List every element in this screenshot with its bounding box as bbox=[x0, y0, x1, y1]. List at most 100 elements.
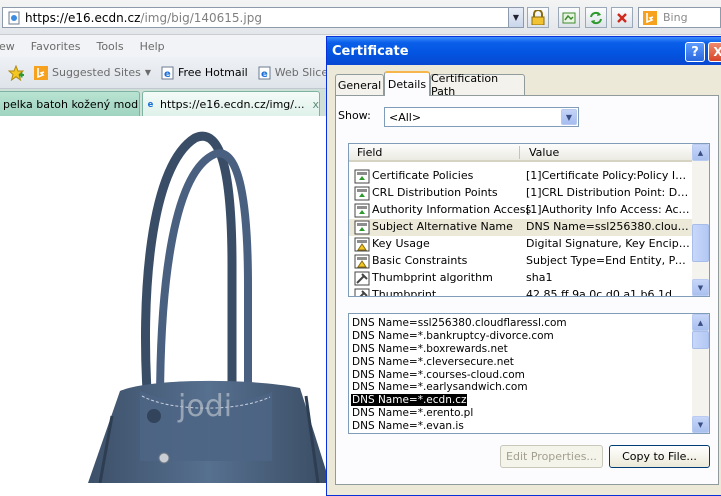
chevron-down-icon[interactable]: ▼ bbox=[561, 109, 577, 125]
field-name: Subject Alternative Name bbox=[372, 220, 513, 233]
value-line: DNS Name=*.courses-cloud.com bbox=[351, 369, 691, 382]
page-content: jodi bbox=[0, 116, 330, 484]
field-rows: Certificate Policies [1]Certificate Poli… bbox=[349, 168, 694, 297]
refresh-button[interactable] bbox=[585, 7, 607, 28]
tab-label: pelka batoh kožený modrý... bbox=[3, 97, 140, 111]
menu-favorites[interactable]: Favorites bbox=[31, 40, 81, 53]
table-row[interactable]: Certificate Policies [1]Certificate Poli… bbox=[349, 168, 694, 185]
svg-text:e: e bbox=[164, 69, 171, 80]
menu-tools[interactable]: Tools bbox=[96, 40, 123, 53]
table-row-selected[interactable]: Subject Alternative Name DNS Name=ssl256… bbox=[349, 219, 694, 236]
fav-hotmail-label: Free Hotmail bbox=[177, 66, 248, 79]
value-detail-box[interactable]: DNS Name=ssl256380.cloudflaressl.com DNS… bbox=[348, 313, 710, 434]
field-value: Subject Type=End Entity, Pat... bbox=[526, 254, 691, 267]
help-button[interactable]: ? bbox=[685, 42, 705, 62]
close-button[interactable]: X bbox=[708, 42, 721, 62]
table-row[interactable]: Thumbprint algorithm sha1 bbox=[349, 270, 694, 287]
scroll-down-icon[interactable]: ▼ bbox=[692, 279, 709, 296]
tab-general[interactable]: General bbox=[335, 74, 384, 95]
favorites-star-icon bbox=[8, 64, 24, 81]
field-value: [1]Certificate Policy:Policy Ide... bbox=[526, 169, 691, 182]
watermark-text: jodi bbox=[177, 389, 232, 424]
favorites-star-button[interactable] bbox=[8, 64, 24, 81]
column-separator[interactable] bbox=[519, 146, 520, 159]
field-name: Authority Information Access bbox=[372, 203, 532, 216]
value-line: DNS Name=*.cleversecure.net bbox=[351, 356, 691, 369]
value-line: DNS Name=*.bankruptcy-divorce.com bbox=[351, 330, 691, 343]
tab-image-page[interactable]: e https://e16.ecdn.cz/img/... x bbox=[142, 91, 320, 116]
menu-help[interactable]: Help bbox=[140, 40, 165, 53]
field-value: sha1 bbox=[526, 271, 553, 284]
copy-to-file-button[interactable]: Copy to File... bbox=[609, 445, 710, 468]
value-line-text: DNS Name=*.ecdn.cz bbox=[351, 394, 468, 407]
tab-certification-path[interactable]: Certification Path bbox=[430, 72, 525, 98]
bing-icon bbox=[34, 65, 48, 80]
lock-icon bbox=[531, 10, 545, 25]
field-list[interactable]: Field Value Certificate Policies [1]Cert… bbox=[348, 143, 710, 297]
value-line: DNS Name=*.evan.is bbox=[351, 420, 691, 433]
critical-extension-icon bbox=[354, 237, 370, 252]
table-row[interactable]: Thumbprint 42 85 ff 9a 0c d0 a1 b6 1d 35… bbox=[349, 287, 694, 297]
value-lines: DNS Name=ssl256380.cloudflaressl.com DNS… bbox=[351, 317, 691, 433]
field-value: DNS Name=ssl256380.cloudfla... bbox=[526, 220, 691, 233]
value-line-text: DNS Name=*.bankruptcy-divorce.com bbox=[352, 329, 554, 342]
value-line: DNS Name=*.erento.pl bbox=[351, 407, 691, 420]
fav-free-hotmail[interactable]: e Free Hotmail bbox=[161, 66, 248, 80]
field-list-scrollbar[interactable]: ▲ ▼ bbox=[692, 144, 709, 296]
value-line-text: DNS Name=ssl256380.cloudflaressl.com bbox=[352, 317, 567, 329]
certificate-extension-icon bbox=[354, 169, 370, 184]
tab-close-icon[interactable]: x bbox=[312, 98, 319, 111]
field-value: 42 85 ff 9a 0c d0 a1 b6 1d 35 ... bbox=[526, 288, 691, 297]
show-label: Show: bbox=[338, 109, 371, 122]
menu-view[interactable]: ew bbox=[0, 40, 15, 53]
stop-button[interactable] bbox=[611, 7, 633, 28]
column-field[interactable]: Field bbox=[357, 146, 382, 159]
scroll-down-icon[interactable]: ▼ bbox=[692, 416, 709, 433]
value-line-selected: DNS Name=*.ecdn.cz bbox=[351, 394, 691, 407]
svg-text:e: e bbox=[261, 69, 268, 80]
lock-button[interactable] bbox=[527, 7, 549, 28]
show-select[interactable]: <All> ▼ bbox=[384, 107, 579, 127]
search-field[interactable]: Bing bbox=[638, 7, 721, 28]
dialog-title: Certificate bbox=[327, 37, 721, 65]
field-name: Key Usage bbox=[372, 237, 430, 250]
fav-suggested-sites[interactable]: Suggested Sites ▼ bbox=[34, 65, 151, 80]
scroll-thumb[interactable] bbox=[692, 224, 709, 262]
column-value[interactable]: Value bbox=[529, 146, 559, 159]
page-icon bbox=[8, 11, 20, 24]
tab-product-page[interactable]: pelka batoh kožený modrý... bbox=[0, 91, 140, 116]
list-header: Field Value bbox=[349, 144, 694, 162]
table-row[interactable]: CRL Distribution Points [1]CRL Distribut… bbox=[349, 185, 694, 202]
field-name: Thumbprint algorithm bbox=[372, 271, 493, 284]
value-line-text: DNS Name=*.boxrewards.net bbox=[352, 342, 508, 355]
field-name: CRL Distribution Points bbox=[372, 186, 498, 199]
value-line-text: DNS Name=*.evan.is bbox=[352, 420, 464, 433]
field-value: Digital Signature, Key Encipher... bbox=[526, 237, 691, 250]
value-line-text: DNS Name=*.cleversecure.net bbox=[352, 355, 514, 368]
scroll-up-icon[interactable]: ▲ bbox=[692, 144, 709, 161]
url-dropdown-button[interactable]: ▼ bbox=[508, 8, 523, 27]
field-value: [1]CRL Distribution Point: Distr... bbox=[526, 186, 691, 199]
url-path: /img/big/140615.jpg bbox=[140, 10, 262, 25]
tab-details[interactable]: Details bbox=[384, 71, 430, 96]
value-box-scrollbar[interactable]: ▲ ▼ bbox=[692, 314, 709, 433]
handbag-image: jodi bbox=[88, 131, 330, 484]
table-row[interactable]: Basic Constraints Subject Type=End Entit… bbox=[349, 253, 694, 270]
value-line-text: DNS Name=*.courses-cloud.com bbox=[352, 368, 525, 381]
scroll-thumb[interactable] bbox=[692, 331, 709, 349]
table-row[interactable]: Authority Information Access [1]Authorit… bbox=[349, 202, 694, 219]
address-bar-row: https://e16.ecdn.cz/img/big/140615.jpg ▼… bbox=[0, 0, 721, 35]
value-line: DNS Name=ssl256380.cloudflaressl.com bbox=[351, 317, 691, 330]
certificate-extension-icon bbox=[354, 220, 370, 235]
certificate-extension-icon bbox=[354, 186, 370, 201]
scroll-up-icon[interactable]: ▲ bbox=[692, 314, 709, 331]
table-row[interactable]: Key Usage Digital Signature, Key Enciphe… bbox=[349, 236, 694, 253]
tab-label: https://e16.ecdn.cz/img/... bbox=[160, 97, 305, 111]
compatibility-button[interactable] bbox=[558, 7, 580, 28]
field-name: Basic Constraints bbox=[372, 254, 468, 267]
edit-properties-button[interactable]: Edit Properties... bbox=[500, 445, 603, 468]
svg-text:e: e bbox=[148, 99, 154, 109]
value-line-text: DNS Name=*.erento.pl bbox=[352, 407, 474, 420]
url-field[interactable]: https://e16.ecdn.cz/img/big/140615.jpg ▼ bbox=[2, 7, 524, 28]
certificate-dialog: Certificate ? X General Details Certific… bbox=[326, 36, 721, 496]
